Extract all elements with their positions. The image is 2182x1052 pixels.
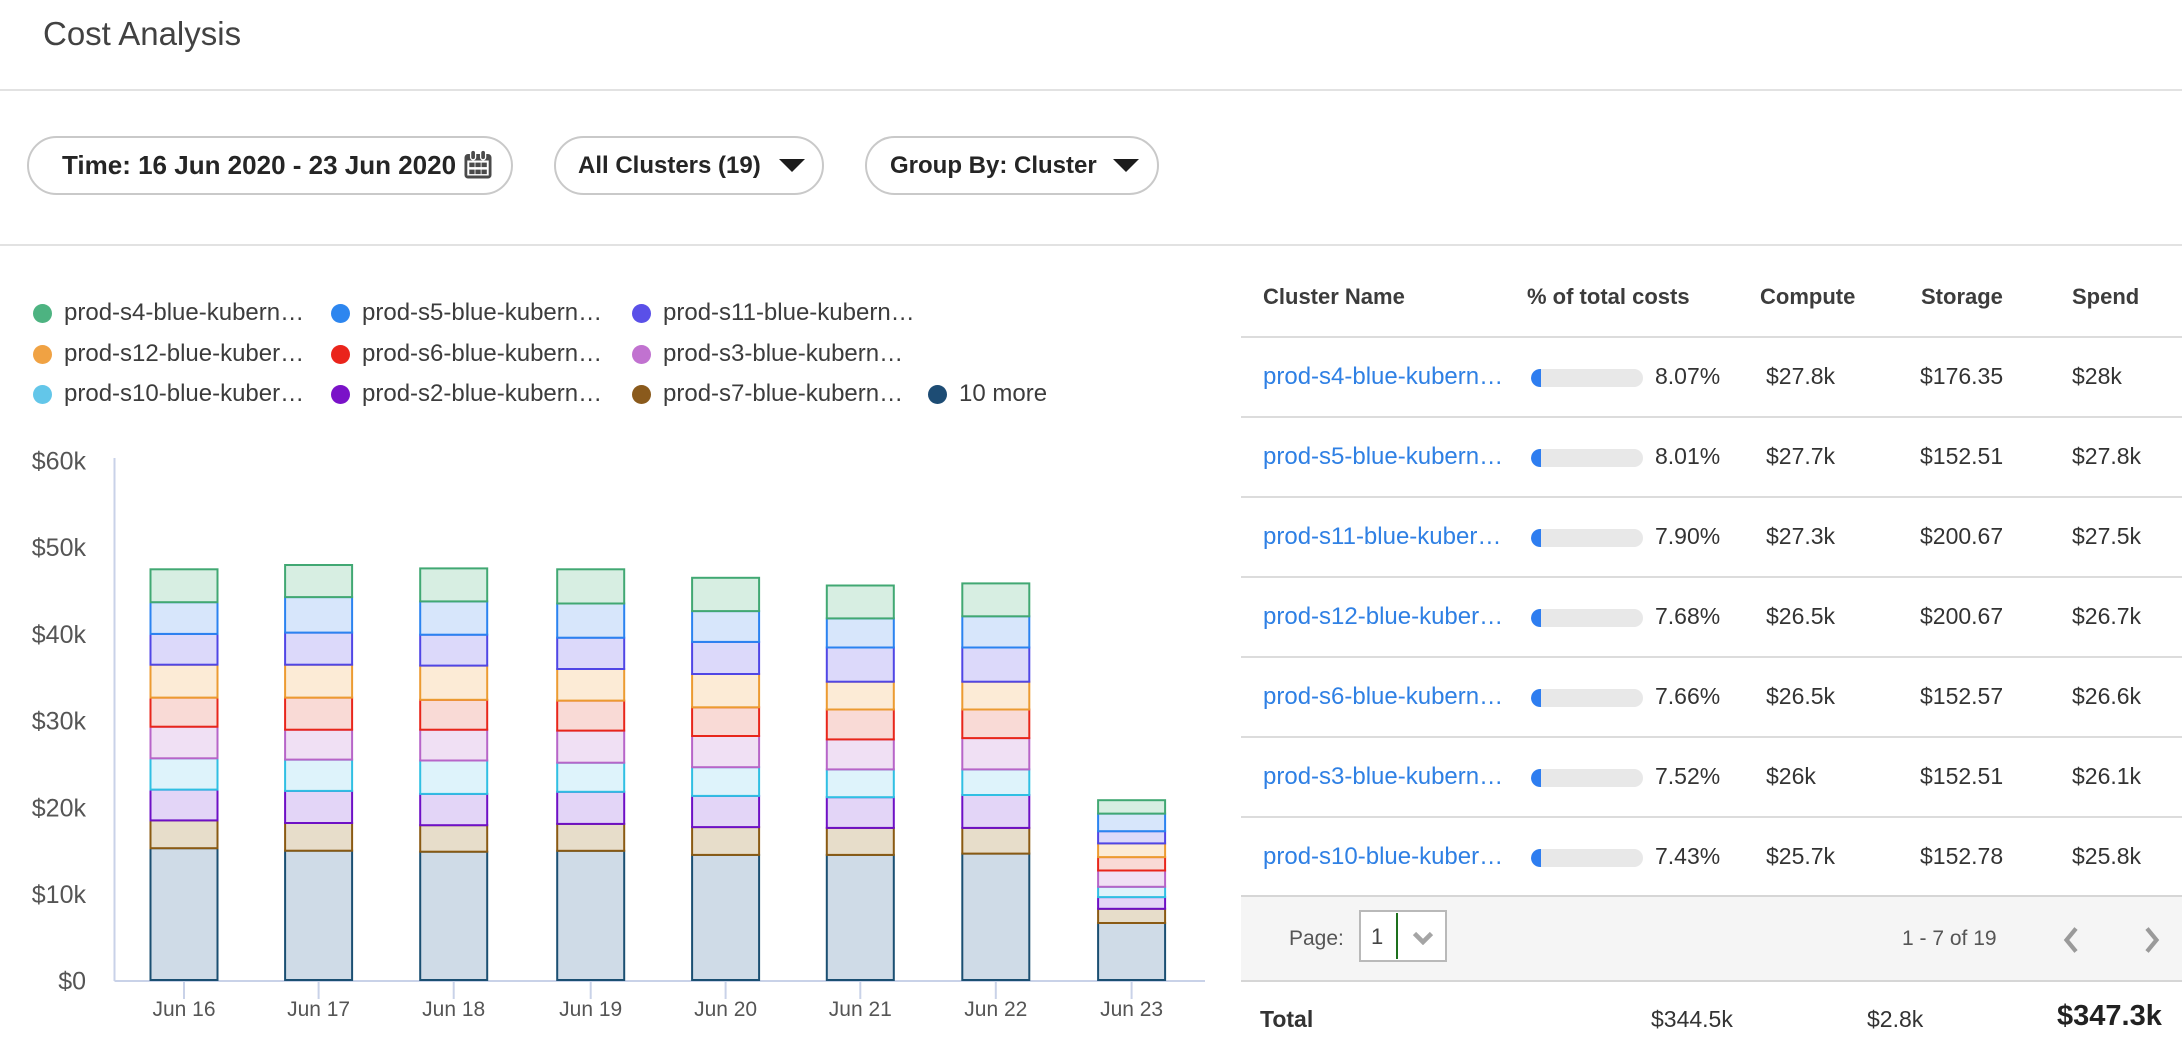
svg-text:Jun 19: Jun 19 (559, 998, 622, 1021)
svg-text:$50k: $50k (32, 534, 87, 562)
svg-text:Jun 23: Jun 23 (1100, 998, 1163, 1021)
svg-text:$10k: $10k (32, 881, 87, 909)
svg-text:$0: $0 (58, 968, 86, 996)
svg-text:Jun 17: Jun 17 (287, 998, 350, 1021)
svg-text:Jun 16: Jun 16 (152, 998, 215, 1021)
svg-text:Jun 22: Jun 22 (964, 998, 1027, 1021)
svg-text:$20k: $20k (32, 794, 87, 822)
svg-text:Jun 21: Jun 21 (829, 998, 892, 1021)
svg-text:$60k: $60k (32, 448, 87, 476)
svg-text:$40k: $40k (32, 621, 87, 649)
svg-text:Jun 18: Jun 18 (422, 998, 485, 1021)
svg-text:$30k: $30k (32, 708, 87, 736)
svg-text:Jun 20: Jun 20 (694, 998, 757, 1021)
